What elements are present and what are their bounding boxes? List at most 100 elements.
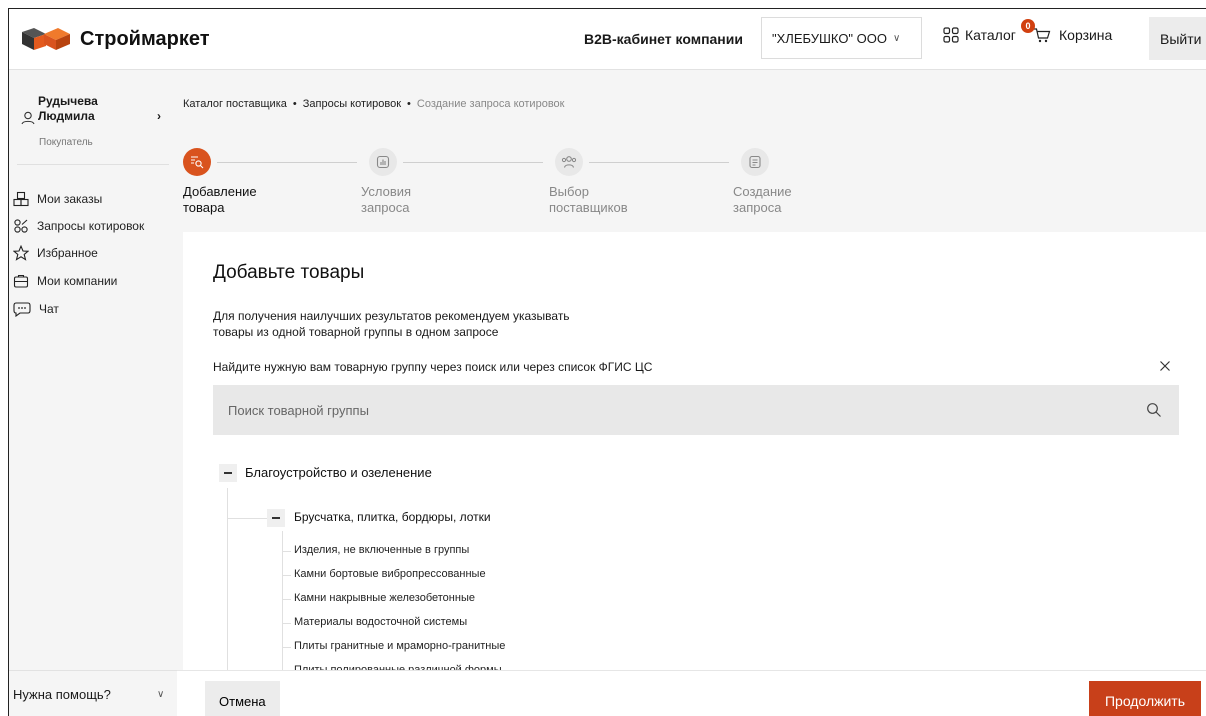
hint-line: товары из одной товарной группы в одном … xyxy=(213,325,499,339)
tree-leaf-item[interactable]: Камни бортовые вибропрессованные xyxy=(294,568,486,580)
orders-icon xyxy=(13,191,29,207)
help-label: Нужна помощь? xyxy=(13,686,111,702)
briefcase-icon xyxy=(13,274,29,288)
cancel-button[interactable]: Отмена xyxy=(205,681,280,716)
step-conditions-circle xyxy=(369,148,397,176)
user-profile-link[interactable]: Рудычева Людмила xyxy=(38,94,98,124)
sidebar-item-label: Мои заказы xyxy=(37,192,103,206)
chart-icon xyxy=(376,155,390,169)
b2b-cabinet-link[interactable]: B2B-кабинет компании xyxy=(584,31,743,47)
logout-button[interactable]: Выйти xyxy=(1149,17,1206,60)
search-input[interactable] xyxy=(228,402,1108,418)
star-icon xyxy=(13,245,29,261)
logo-text: Строймаркет xyxy=(80,27,210,50)
search-list-icon xyxy=(191,156,204,169)
company-select-value: "ХЛЕБУШКО" ООО xyxy=(772,30,887,46)
collapse-toggle-group[interactable] xyxy=(267,509,285,527)
top-header: Строймаркет B2B-кабинет компании "ХЛЕБУШ… xyxy=(9,9,1206,70)
breadcrumb-separator: • xyxy=(292,98,297,110)
sidebar-item-label: Запросы котировок xyxy=(37,219,145,233)
action-footer: Отмена Продолжить xyxy=(177,670,1206,716)
grid-icon xyxy=(943,27,959,43)
company-select[interactable]: "ХЛЕБУШКО" ООО ∨ xyxy=(761,17,922,59)
hint-line: Для получения наилучших результатов реко… xyxy=(213,309,570,323)
main-content: Каталог поставщика • Запросы котировок •… xyxy=(177,70,1206,716)
breadcrumb-catalog[interactable]: Каталог поставщика xyxy=(183,98,287,110)
tree-connector xyxy=(282,551,291,552)
app-frame: Строймаркет B2B-кабинет компании "ХЛЕБУШ… xyxy=(8,8,1206,716)
step-conditions-label: Условия запроса xyxy=(361,184,481,216)
catalog-label: Каталог xyxy=(965,27,1016,43)
breadcrumb: Каталог поставщика • Запросы котировок •… xyxy=(183,98,564,110)
collapse-toggle-root[interactable] xyxy=(219,464,237,482)
breadcrumb-current: Создание запроса котировок xyxy=(416,98,565,110)
sidebar-item-orders[interactable]: Мои заказы xyxy=(13,191,102,207)
panel-title: Добавьте товары xyxy=(213,262,365,283)
chevron-down-icon: ∨ xyxy=(157,688,165,700)
logo[interactable]: Строймаркет xyxy=(20,26,210,52)
quotes-icon xyxy=(14,219,28,233)
chevron-right-icon[interactable]: › xyxy=(157,109,161,123)
tree-leaf-item[interactable]: Изделия, не включенные в группы xyxy=(294,544,469,556)
step-label-line: Добавление xyxy=(183,184,257,199)
continue-button[interactable]: Продолжить xyxy=(1089,681,1201,716)
search-bar xyxy=(213,385,1179,435)
search-icon[interactable] xyxy=(1146,402,1162,418)
tree-connector xyxy=(282,623,291,624)
step-label-line: запроса xyxy=(361,200,410,215)
step-suppliers-label: Выбор поставщиков xyxy=(549,184,669,216)
step-create-label: Создание запроса xyxy=(733,184,853,216)
step-connector xyxy=(403,162,543,163)
sidebar-item-label: Мои компании xyxy=(37,274,118,288)
cart-label: Корзина xyxy=(1059,27,1113,43)
user-role: Покупатель xyxy=(39,137,93,148)
user-icon xyxy=(21,111,35,125)
step-add-products-label: Добавление товара xyxy=(183,184,303,216)
step-label-line: Создание xyxy=(733,184,792,199)
step-add-products-circle xyxy=(183,148,211,176)
document-icon xyxy=(749,155,761,169)
close-icon[interactable] xyxy=(1159,360,1171,372)
step-connector xyxy=(589,162,729,163)
sidebar-item-chat[interactable]: Чат xyxy=(13,301,59,317)
tree-root-label[interactable]: Благоустройство и озеленение xyxy=(245,465,432,480)
sidebar-item-quotes[interactable]: Запросы котировок xyxy=(13,218,144,234)
chevron-down-icon: ∨ xyxy=(893,32,901,44)
tree-connector xyxy=(227,518,267,519)
search-instruction: Найдите нужную вам товарную группу через… xyxy=(213,360,653,374)
sidebar-item-favorites[interactable]: Избранное xyxy=(13,245,98,261)
step-label-line: Выбор xyxy=(549,184,589,199)
tree-leaf-item[interactable]: Материалы водосточной системы xyxy=(294,616,467,628)
help-dropdown[interactable]: Нужна помощь? ∨ xyxy=(9,670,177,716)
catalog-button[interactable]: Каталог xyxy=(943,27,1016,43)
user-last-name: Людмила xyxy=(38,109,95,123)
tree-leaf-item[interactable]: Камни накрывные железобетонные xyxy=(294,592,475,604)
stepper: Добавление товара Условия запроса Выбор … xyxy=(177,148,977,218)
sidebar-item-label: Избранное xyxy=(37,246,98,260)
cart-icon xyxy=(1034,28,1051,43)
tree-connector xyxy=(282,575,291,576)
step-label-line: запроса xyxy=(733,200,782,215)
tree-connector xyxy=(282,599,291,600)
chat-icon xyxy=(13,302,31,317)
add-products-panel: Добавьте товары Для получения наилучших … xyxy=(183,232,1206,716)
cart-button[interactable]: Корзина xyxy=(1033,27,1112,43)
tree-connector xyxy=(282,647,291,648)
breadcrumb-separator: • xyxy=(407,98,411,110)
breadcrumb-quotes[interactable]: Запросы котировок xyxy=(303,98,401,110)
user-first-name: Рудычева xyxy=(38,94,98,108)
step-label-line: товара xyxy=(183,200,225,215)
users-icon xyxy=(561,156,577,168)
tree-group-label[interactable]: Брусчатка, плитка, бордюры, лотки xyxy=(294,510,491,524)
tree-leaf-item[interactable]: Плиты гранитные и мраморно-гранитные xyxy=(294,640,505,652)
logo-icon xyxy=(22,28,70,50)
sidebar: Рудычева Людмила › Покупатель Мои заказы xyxy=(9,70,177,716)
recommendation-text: Для получения наилучших результатов реко… xyxy=(213,308,733,340)
sidebar-divider xyxy=(17,164,169,165)
step-label-line: поставщиков xyxy=(549,200,628,215)
cart-count-badge: 0 xyxy=(1021,19,1035,33)
sidebar-item-companies[interactable]: Мои компании xyxy=(13,273,117,289)
step-label-line: Условия xyxy=(361,184,412,199)
step-suppliers-circle xyxy=(555,148,583,176)
step-create-circle xyxy=(741,148,769,176)
